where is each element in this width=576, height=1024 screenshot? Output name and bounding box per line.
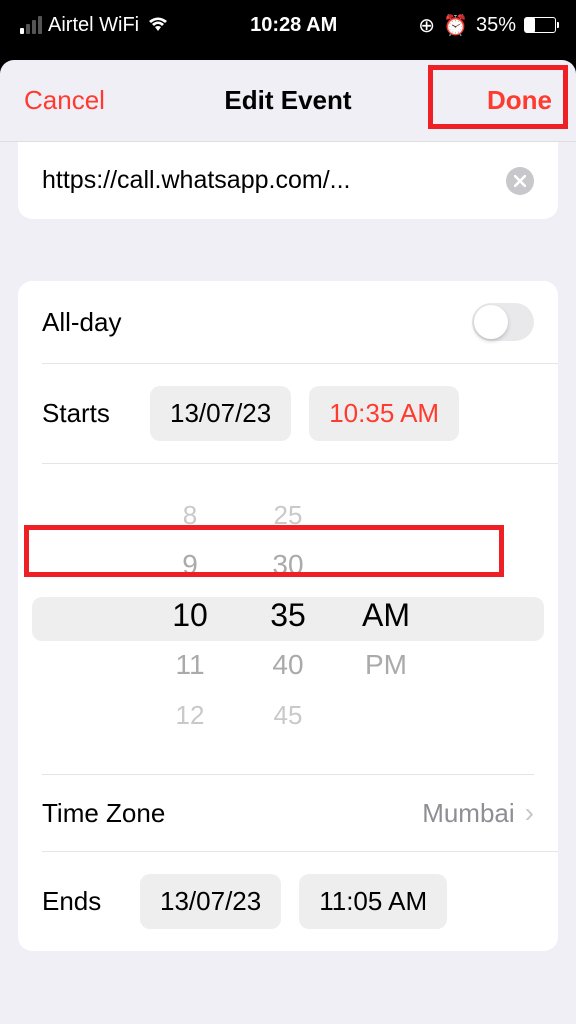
ampm-picker-column[interactable]: AM PM [361, 480, 411, 750]
timezone-label: Time Zone [42, 798, 422, 829]
status-time: 10:28 AM [250, 14, 337, 37]
picker-item[interactable]: 12 [165, 695, 215, 735]
event-details-card: All-day Starts 13/07/23 10:35 AM 7 8 9 [18, 281, 558, 951]
starts-row: Starts 13/07/23 10:35 AM [18, 364, 558, 463]
picker-item-selected[interactable]: 10 [165, 595, 215, 635]
picker-item[interactable]: 7 [165, 480, 215, 485]
hour-picker-column[interactable]: 7 8 9 10 11 12 1 [165, 480, 215, 750]
starts-date-button[interactable]: 13/07/23 [150, 386, 291, 441]
time-picker[interactable]: 7 8 9 10 11 12 1 20 25 30 35 40 45 [42, 464, 534, 775]
ends-row: Ends 13/07/23 11:05 AM [18, 852, 558, 951]
orientation-lock-icon: ⊕ [418, 13, 435, 38]
alarm-icon: ⏰ [443, 13, 468, 38]
highlight-annotation [24, 525, 504, 577]
timezone-value: Mumbai › [422, 797, 534, 829]
url-input[interactable]: https://call.whatsapp.com/... [42, 166, 350, 195]
url-field-row[interactable]: https://call.whatsapp.com/... [18, 142, 558, 219]
all-day-row: All-day [18, 281, 558, 363]
battery-percent: 35% [476, 14, 516, 37]
picker-item[interactable]: 20 [263, 480, 313, 485]
chevron-right-icon: › [525, 797, 534, 829]
timezone-row[interactable]: Time Zone Mumbai › [18, 775, 558, 851]
battery-icon [524, 17, 556, 33]
clear-url-button[interactable] [506, 167, 534, 195]
picker-item[interactable]: 45 [263, 695, 313, 735]
carrier-label: Airtel WiFi [48, 14, 139, 37]
picker-item[interactable]: 11 [165, 645, 215, 685]
picker-item[interactable]: 1 [165, 745, 215, 750]
ends-time-button[interactable]: 11:05 AM [299, 874, 447, 929]
status-left: Airtel WiFi [20, 14, 169, 37]
ends-label: Ends [42, 886, 122, 917]
starts-time-button[interactable]: 10:35 AM [309, 386, 459, 441]
ends-date-button[interactable]: 13/07/23 [140, 874, 281, 929]
all-day-label: All-day [42, 307, 472, 338]
close-icon [514, 175, 526, 187]
picker-item[interactable]: 40 [263, 645, 313, 685]
picker-item-selected[interactable]: AM [361, 595, 411, 635]
picker-item-selected[interactable]: 35 [263, 595, 313, 635]
picker-item[interactable]: 50 [263, 745, 313, 750]
signal-icon [20, 16, 42, 34]
cancel-button[interactable]: Cancel [24, 85, 105, 116]
page-title: Edit Event [224, 85, 351, 116]
status-bar: Airtel WiFi 10:28 AM ⊕ ⏰ 35% [0, 0, 576, 50]
minute-picker-column[interactable]: 20 25 30 35 40 45 50 [263, 480, 313, 750]
highlight-annotation [428, 65, 568, 129]
picker-item[interactable]: PM [361, 645, 411, 685]
status-right: ⊕ ⏰ 35% [418, 13, 556, 38]
all-day-toggle[interactable] [472, 303, 534, 341]
wifi-icon [147, 17, 169, 33]
starts-label: Starts [42, 398, 132, 429]
